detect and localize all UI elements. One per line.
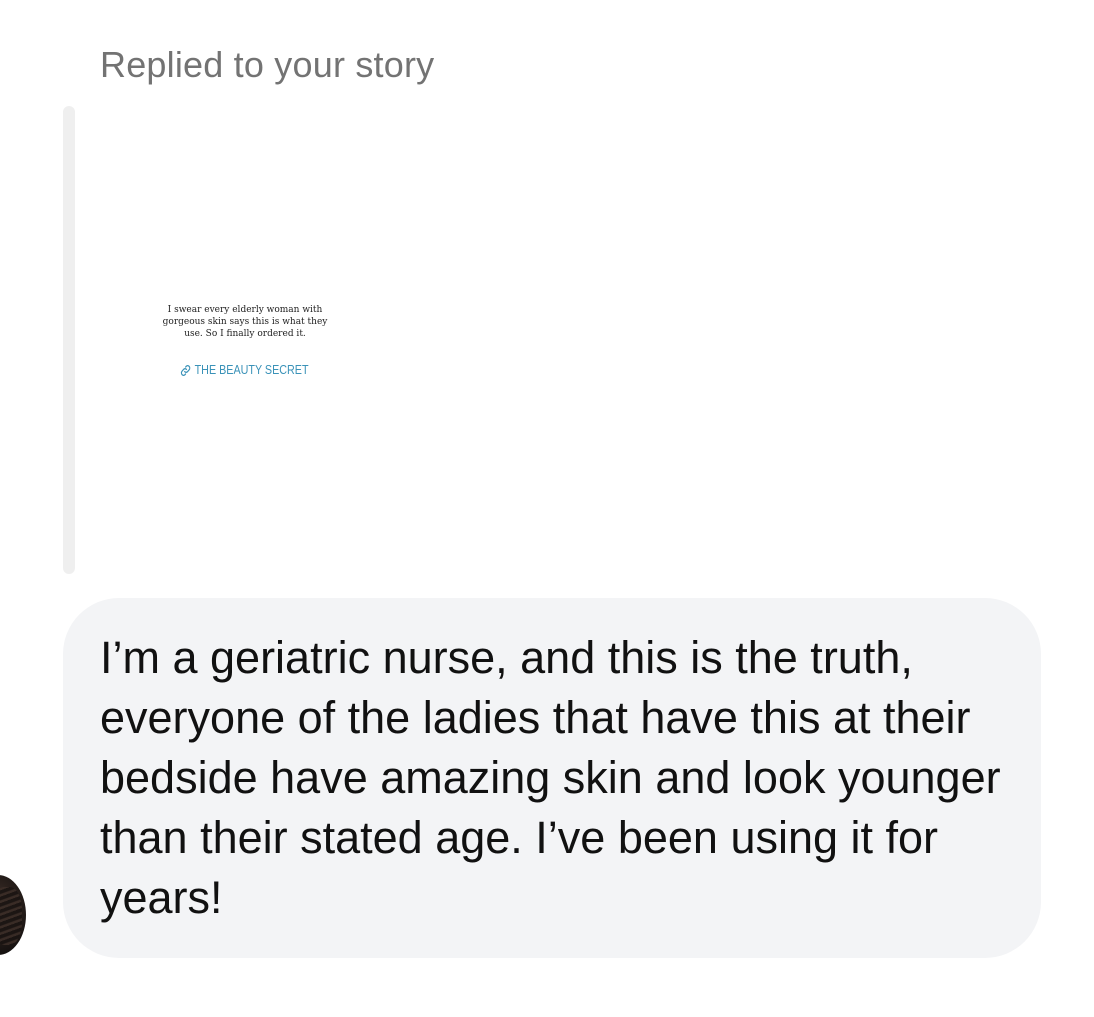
message-text: I’m a geriatric nurse, and this is the t… — [100, 632, 1001, 923]
story-preview[interactable]: I swear every elderly woman with gorgeou… — [96, 106, 396, 574]
story-link-sticker[interactable]: THE BEAUTY SECRET — [180, 363, 309, 377]
story-caption: I swear every elderly woman with gorgeou… — [162, 305, 328, 339]
message-bubble[interactable]: I’m a geriatric nurse, and this is the t… — [63, 598, 1041, 958]
link-icon — [180, 364, 191, 377]
story-link-label: THE BEAUTY SECRET — [194, 363, 309, 377]
reply-quote-bar — [63, 106, 75, 574]
replied-to-story-label: Replied to your story — [100, 44, 435, 85]
dm-thread: Replied to your story I swear every elde… — [0, 0, 1094, 1017]
avatar[interactable] — [0, 875, 26, 955]
